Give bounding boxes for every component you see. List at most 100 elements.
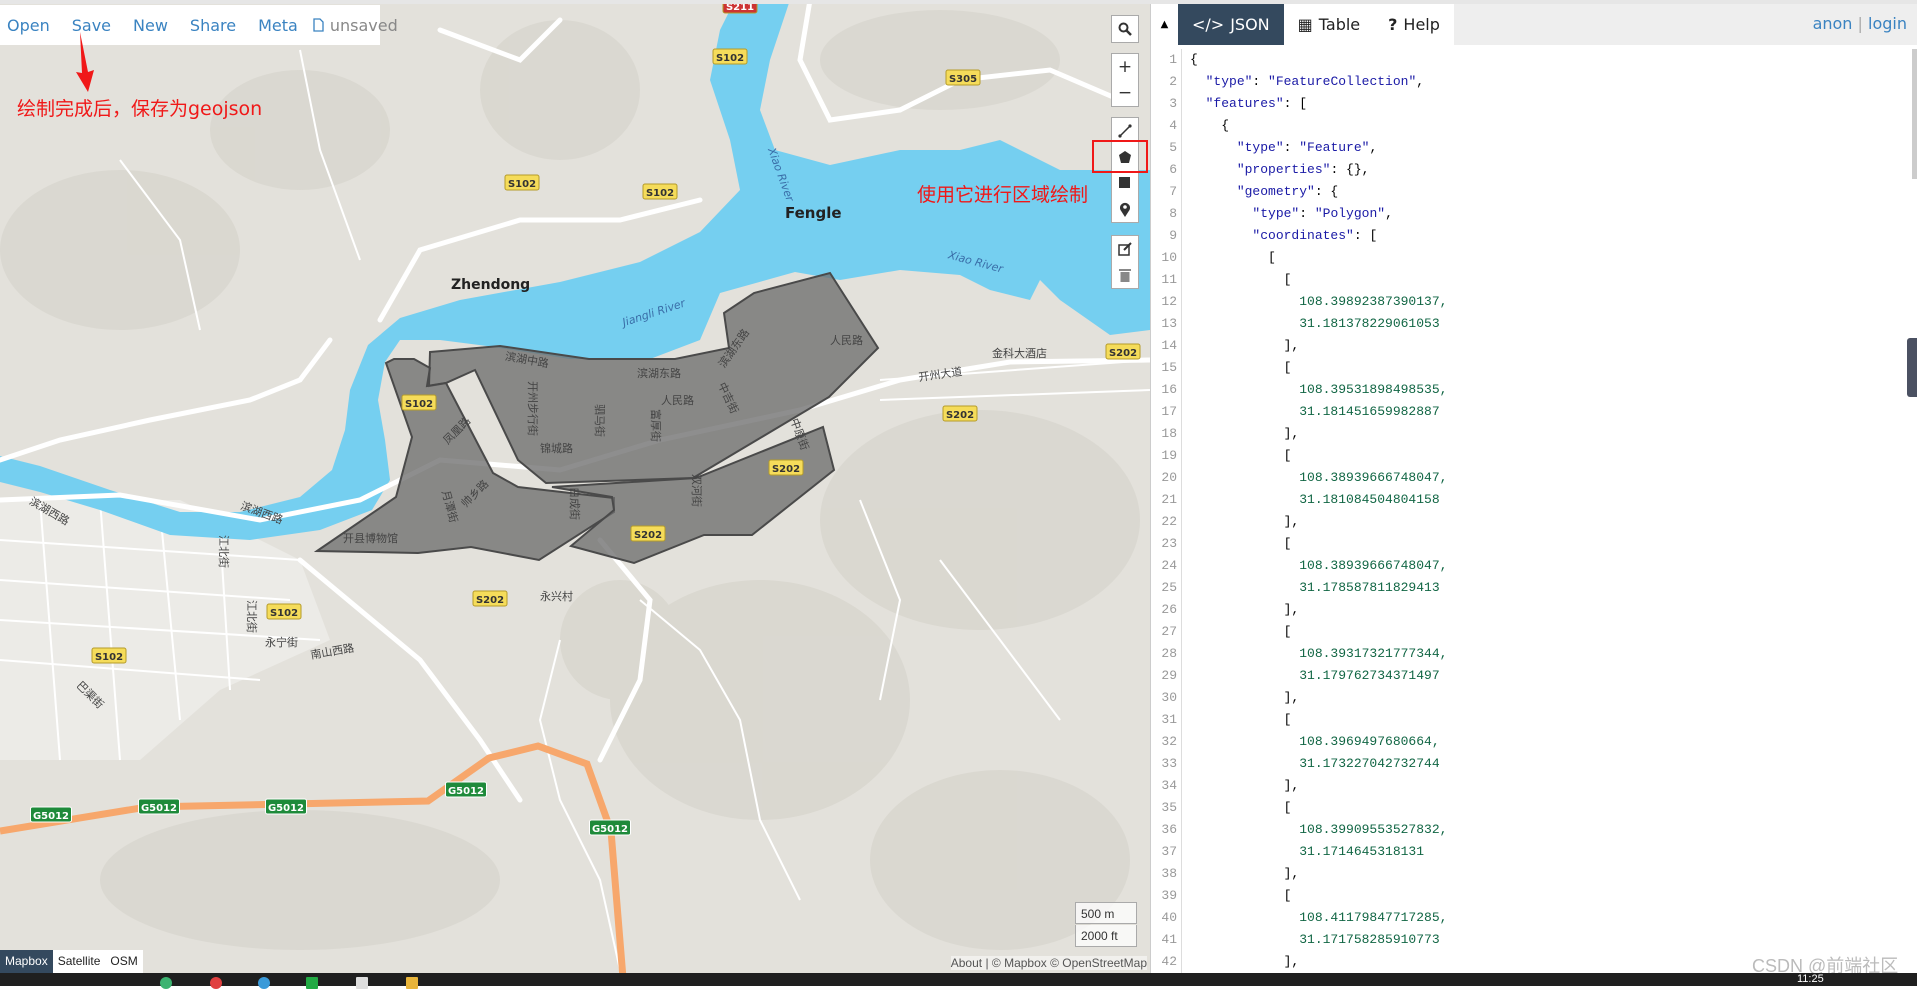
line-number: 17 [1151,401,1182,423]
editor-scrollbar[interactable] [1912,49,1917,179]
tab-table[interactable]: ▦ Table [1283,4,1375,45]
draw-rectangle-button[interactable] [1112,170,1138,196]
taskbar-app-icon[interactable] [210,977,222,989]
code-text: "features": [ [1205,96,1308,111]
road-shield-label: S202 [772,464,800,475]
code-line: 14 ], [1151,335,1911,357]
zoom-out-button[interactable]: − [1112,80,1138,106]
road-shield-s305: S305 [945,69,981,86]
layer-satellite[interactable]: Satellite [53,950,106,973]
code-text: ], [1190,954,1300,969]
scale-imperial: 2000 ft [1075,925,1137,947]
layer-mapbox[interactable]: Mapbox [0,950,53,973]
volume-widget [1907,338,1917,397]
code-line: 13 31.181378229061053 [1151,313,1911,335]
code-text: ], [1190,602,1300,617]
line-number: 37 [1151,841,1182,863]
code-line: 23 [ [1151,533,1911,555]
marker-icon [1120,202,1130,217]
label-museum: 开县博物馆 [343,531,398,545]
code-line: 21 31.181084504804158 [1151,489,1911,511]
draw-marker-button[interactable] [1112,196,1138,222]
map-canvas[interactable]: Fengle Zhendong Jiangli River Xiao River… [0,4,1150,973]
search-button[interactable] [1112,16,1138,42]
new-button[interactable]: New [133,16,168,35]
taskbar-app-icon[interactable] [160,977,172,989]
layer-switcher: Mapbox Satellite OSM [0,950,143,973]
line-number: 34 [1151,775,1182,797]
code-text: 31.181084504804158 [1190,492,1440,507]
code-text: [ [1190,272,1292,287]
collapse-caret-icon[interactable]: ▲ [1151,4,1178,45]
code-text: 108.39531898498535, [1190,382,1448,397]
line-number: 23 [1151,533,1182,555]
taskbar-app-icon[interactable] [258,977,270,989]
line-number: 36 [1151,819,1182,841]
anon-link[interactable]: anon [1813,14,1853,33]
taskbar-app-icon[interactable] [406,977,418,989]
scale-metric: 500 m [1075,902,1137,924]
line-number: 40 [1151,907,1182,929]
code-line: 9 "coordinates": [ [1151,225,1911,247]
delete-layers-button[interactable] [1112,262,1138,288]
line-number: 18 [1151,423,1182,445]
code-line: 28 108.39317321777344, [1151,643,1911,665]
road-shield-s202: S202 [942,405,978,422]
taskbar-app-icon[interactable] [306,977,318,989]
taskbar-clock: 11:25 [1797,973,1824,985]
tab-help[interactable]: ? Help [1374,4,1454,45]
line-number: 5 [1151,137,1182,159]
line-number: 3 [1151,93,1182,115]
trash-icon [1119,269,1131,282]
map-layer: Fengle Zhendong Jiangli River Xiao River… [0,4,1150,973]
zoom-in-button[interactable]: + [1112,54,1138,80]
road-shield-label: G5012 [33,811,69,822]
line-number: 16 [1151,379,1182,401]
code-line: 20 108.38939666748047, [1151,467,1911,489]
line-number: 38 [1151,863,1182,885]
line-number: 19 [1151,445,1182,467]
road-shield-label: S102 [716,53,744,64]
road-shield-label: G5012 [592,824,628,835]
code-icon: </> [1192,15,1225,34]
line-number: 31 [1151,709,1182,731]
code-text: { [1190,52,1198,67]
share-button[interactable]: Share [190,16,236,35]
edit-layers-button[interactable] [1112,236,1138,262]
code-line: 36 108.39909553527832, [1151,819,1911,841]
json-editor[interactable]: 1{2 "type": "FeatureCollection", 3 "featu… [1151,49,1911,973]
line-number: 4 [1151,115,1182,137]
road-shield-label: S202 [946,410,974,421]
code-line: 32 108.3969497680664, [1151,731,1911,753]
line-number: 27 [1151,621,1182,643]
help-icon: ? [1388,15,1398,34]
code-text: [ [1190,536,1292,551]
layer-osm[interactable]: OSM [105,950,142,973]
code-text: "geometry": { [1236,184,1339,199]
taskbar-app-icon[interactable] [356,977,368,989]
code-line: 27 [ [1151,621,1911,643]
login-link[interactable]: login [1868,14,1907,33]
label-sima-street: 驷马街 [593,404,607,437]
road-shield-label: S102 [405,399,433,410]
line-number: 10 [1151,247,1182,269]
road-shield-label: S102 [508,179,536,190]
label-kaizhou-avenue: 开州大道 [918,364,964,384]
line-number: 33 [1151,753,1182,775]
code-text: ], [1190,338,1300,353]
meta-button[interactable]: Meta [258,16,298,35]
tab-json[interactable]: </> JSON [1178,4,1284,45]
code-text: 31.179762734371497 [1190,668,1440,683]
label-shuanghe-street: 双河街 [690,474,704,507]
label-zhendong: Zhendong [451,277,530,293]
open-button[interactable]: Open [7,16,50,35]
code-text: 108.39317321777344, [1190,646,1448,661]
map-attribution[interactable]: About | © Mapbox © OpenStreetMap [950,956,1147,970]
code-line: 25 31.178587811829413 [1151,577,1911,599]
code-line: 10 [ [1151,247,1911,269]
code-text: ], [1190,426,1300,441]
code-line: 22 ], [1151,511,1911,533]
label-renmin-road: 人民路 [661,394,694,407]
road-shield-s202: S202 [630,525,666,542]
line-number: 26 [1151,599,1182,621]
